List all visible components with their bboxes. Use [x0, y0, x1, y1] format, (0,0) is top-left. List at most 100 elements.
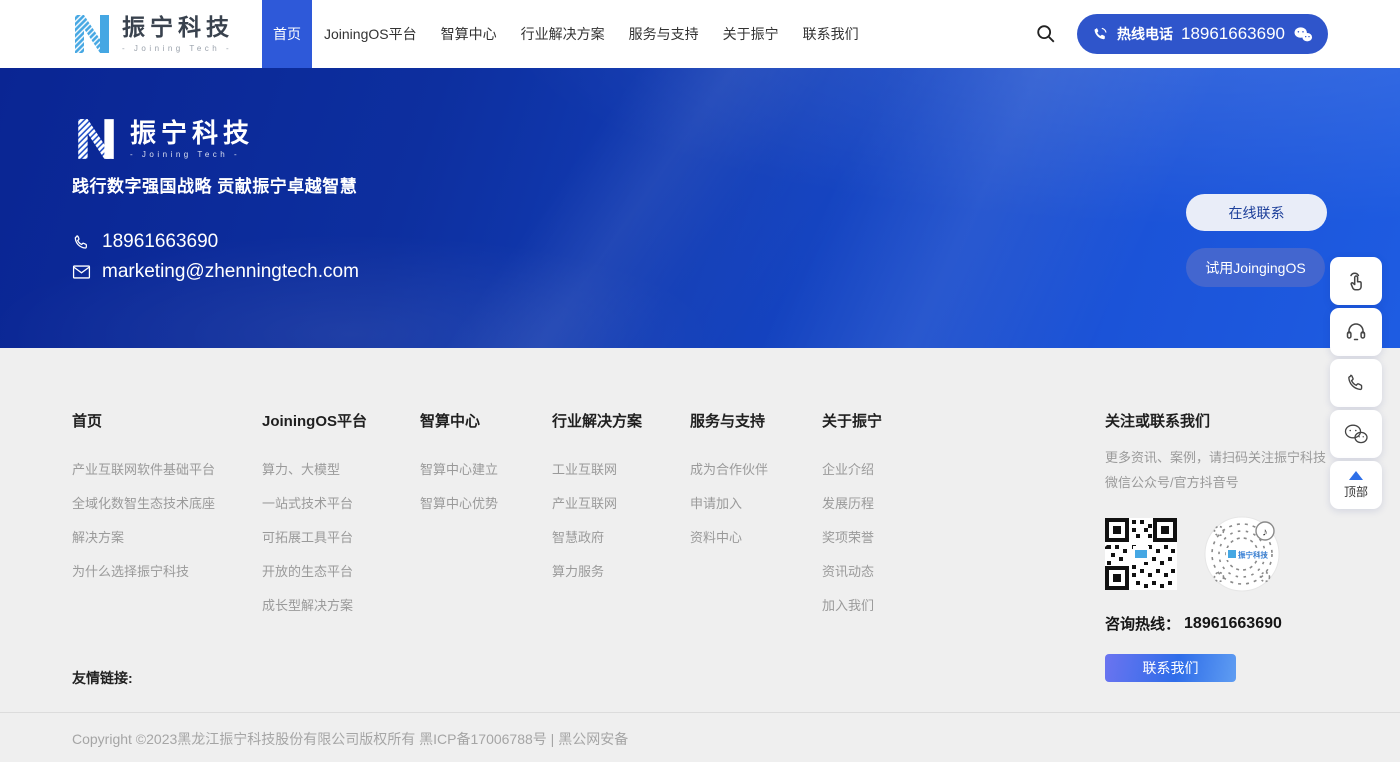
footer-column-title: 关于振宁 [822, 410, 882, 431]
search-icon[interactable] [1034, 22, 1058, 46]
site-footer: 首页 产业互联网软件基础平台 全域化数智生态技术底座 解决方案 为什么选择振宁科… [0, 348, 1400, 762]
hero-phone-line: 18961663690 [72, 231, 218, 253]
hotline-pill-button[interactable]: 热线电话 18961663690 [1077, 14, 1328, 54]
footer-follow-column: 关注或联系我们 更多资讯、案例，请扫码关注振宁科技微信公众号/官方抖音号 [1105, 410, 1337, 682]
hero-brand-n-icon [74, 116, 118, 162]
footer-column-title: JoiningOS平台 [262, 410, 367, 431]
footer-link[interactable]: 加入我们 [822, 589, 882, 623]
footer-link[interactable]: 全域化数智生态技术底座 [72, 487, 215, 521]
hero-brand-text: 振宁科技 - Joining Tech - [130, 119, 254, 160]
nav-item-computing-center[interactable]: 智算中心 [429, 0, 509, 68]
customer-service-button[interactable] [1330, 308, 1382, 356]
nav-item-joiningos[interactable]: JoiningOS平台 [312, 0, 429, 68]
online-contact-button[interactable]: 在线联系 [1186, 194, 1327, 231]
svg-text:♪: ♪ [1262, 527, 1268, 539]
email-icon [72, 264, 91, 280]
brand-subtitle: - Joining Tech - [122, 44, 234, 53]
phone-icon [1092, 26, 1109, 43]
footer-column-about: 关于振宁 企业介绍 发展历程 奖项荣誉 资讯动态 加入我们 [822, 410, 882, 623]
hero-brand-subtitle: - Joining Tech - [130, 150, 254, 159]
footer-column-title: 首页 [72, 410, 215, 431]
footer-link[interactable]: 算力服务 [552, 555, 642, 589]
qr-codes: ♪ 振宁科技 [1105, 516, 1337, 592]
footer-link[interactable]: 产业互联网软件基础平台 [72, 453, 215, 487]
nav-item-support[interactable]: 服务与支持 [617, 0, 711, 68]
wechat-qr-code [1105, 518, 1177, 590]
contact-us-button[interactable]: 联系我们 [1105, 654, 1236, 682]
footer-column-home: 首页 产业互联网软件基础平台 全域化数智生态技术底座 解决方案 为什么选择振宁科… [72, 410, 215, 589]
footer-link[interactable]: 解决方案 [72, 521, 215, 555]
phone-contact-button[interactable] [1330, 359, 1382, 407]
footer-link[interactable]: 工业互联网 [552, 453, 642, 487]
wechat-contact-button[interactable] [1330, 410, 1382, 458]
header-right-tools: 热线电话 18961663690 [1034, 0, 1328, 68]
footer-link[interactable]: 产业互联网 [552, 487, 642, 521]
back-to-top-button[interactable]: 顶部 [1330, 461, 1382, 509]
nav-item-contact[interactable]: 联系我们 [791, 0, 871, 68]
hero-phone-number: 18961663690 [102, 231, 218, 253]
svg-text:振宁科技: 振宁科技 [1238, 550, 1268, 560]
page: 振宁科技 - Joining Tech - 首页 JoiningOS平台 智算中… [0, 0, 1400, 762]
footer-column-computing-center: 智算中心 智算中心建立 智算中心优势 [420, 410, 498, 521]
footer-link[interactable]: 成为合作伙伴 [690, 453, 768, 487]
up-triangle-icon [1349, 471, 1363, 480]
footer-link[interactable]: 开放的生态平台 [262, 555, 367, 589]
footer-link[interactable]: 智算中心建立 [420, 453, 498, 487]
footer-link[interactable]: 可拓展工具平台 [262, 521, 367, 555]
footer-link[interactable]: 成长型解决方案 [262, 589, 367, 623]
footer-link[interactable]: 资料中心 [690, 521, 768, 555]
copyright-text: Copyright ©2023黑龙江振宁科技股份有限公司版权所有 黑ICP备17… [72, 729, 628, 749]
footer-link[interactable]: 申请加入 [690, 487, 768, 521]
footer-link[interactable]: 智慧政府 [552, 521, 642, 555]
footer-link[interactable]: 奖项荣誉 [822, 521, 882, 555]
brand-n-icon [72, 12, 112, 56]
douyin-qr-code: ♪ 振宁科技 [1204, 516, 1280, 592]
phone-outline-icon [72, 233, 91, 252]
footer-link[interactable]: 算力、大模型 [262, 453, 367, 487]
footer-column-title: 行业解决方案 [552, 410, 642, 431]
phone-outline-icon [1345, 372, 1367, 394]
hero-email-address: marketing@zhenningtech.com [102, 261, 359, 283]
footer-column-solutions: 行业解决方案 工业互联网 产业互联网 智慧政府 算力服务 [552, 410, 642, 589]
brand-logo[interactable]: 振宁科技 - Joining Tech - [72, 0, 234, 68]
footer-link[interactable]: 为什么选择振宁科技 [72, 555, 215, 589]
friend-links-label: 友情链接: [72, 668, 133, 688]
follow-title: 关注或联系我们 [1105, 410, 1337, 431]
footer-link[interactable]: 资讯动态 [822, 555, 882, 589]
footer-column-support: 服务与支持 成为合作伙伴 申请加入 资料中心 [690, 410, 768, 555]
hero-brand-name: 振宁科技 [130, 119, 254, 148]
hotline-number: 18961663690 [1181, 24, 1285, 44]
brand-text: 振宁科技 - Joining Tech - [122, 15, 234, 52]
top-navigation-bar: 振宁科技 - Joining Tech - 首页 JoiningOS平台 智算中… [0, 0, 1400, 68]
wechat-outline-icon [1343, 423, 1369, 445]
hand-pointer-icon [1344, 269, 1368, 293]
nav-item-about[interactable]: 关于振宁 [711, 0, 791, 68]
follow-description: 更多资讯、案例，请扫码关注振宁科技微信公众号/官方抖音号 [1105, 445, 1337, 495]
footer-link[interactable]: 智算中心优势 [420, 487, 498, 521]
footer-divider [0, 712, 1400, 713]
nav-item-solutions[interactable]: 行业解决方案 [509, 0, 617, 68]
hero-brand-logo: 振宁科技 - Joining Tech - [74, 116, 254, 162]
hero-banner: 振宁科技 - Joining Tech - 践行数字强国战略 贡献振宁卓越智慧 … [0, 68, 1400, 348]
consult-hotline: 咨询热线： 18961663690 [1105, 613, 1337, 634]
footer-link[interactable]: 企业介绍 [822, 453, 882, 487]
trial-joiningos-button[interactable]: 试用JoingingOS [1186, 248, 1325, 287]
hotline-label: 热线电话 [1117, 24, 1173, 44]
nav-item-home[interactable]: 首页 [262, 0, 312, 68]
footer-column-joiningos: JoiningOS平台 算力、大模型 一站式技术平台 可拓展工具平台 开放的生态… [262, 410, 367, 623]
footer-link[interactable]: 发展历程 [822, 487, 882, 521]
consult-hotline-number: 18961663690 [1184, 615, 1282, 633]
wechat-icon [1293, 26, 1313, 43]
quick-action-button[interactable] [1330, 257, 1382, 305]
footer-column-title: 服务与支持 [690, 410, 768, 431]
consult-hotline-label: 咨询热线： [1105, 613, 1180, 634]
hero-tagline: 践行数字强国战略 贡献振宁卓越智慧 [72, 172, 357, 197]
floating-side-toolbar: 顶部 [1330, 257, 1382, 509]
back-to-top-label: 顶部 [1344, 483, 1368, 500]
footer-link[interactable]: 一站式技术平台 [262, 487, 367, 521]
footer-column-title: 智算中心 [420, 410, 498, 431]
brand-name: 振宁科技 [122, 15, 234, 40]
headset-icon [1344, 320, 1368, 344]
hero-email-line: marketing@zhenningtech.com [72, 261, 359, 283]
main-nav: 首页 JoiningOS平台 智算中心 行业解决方案 服务与支持 关于振宁 联系… [262, 0, 871, 68]
